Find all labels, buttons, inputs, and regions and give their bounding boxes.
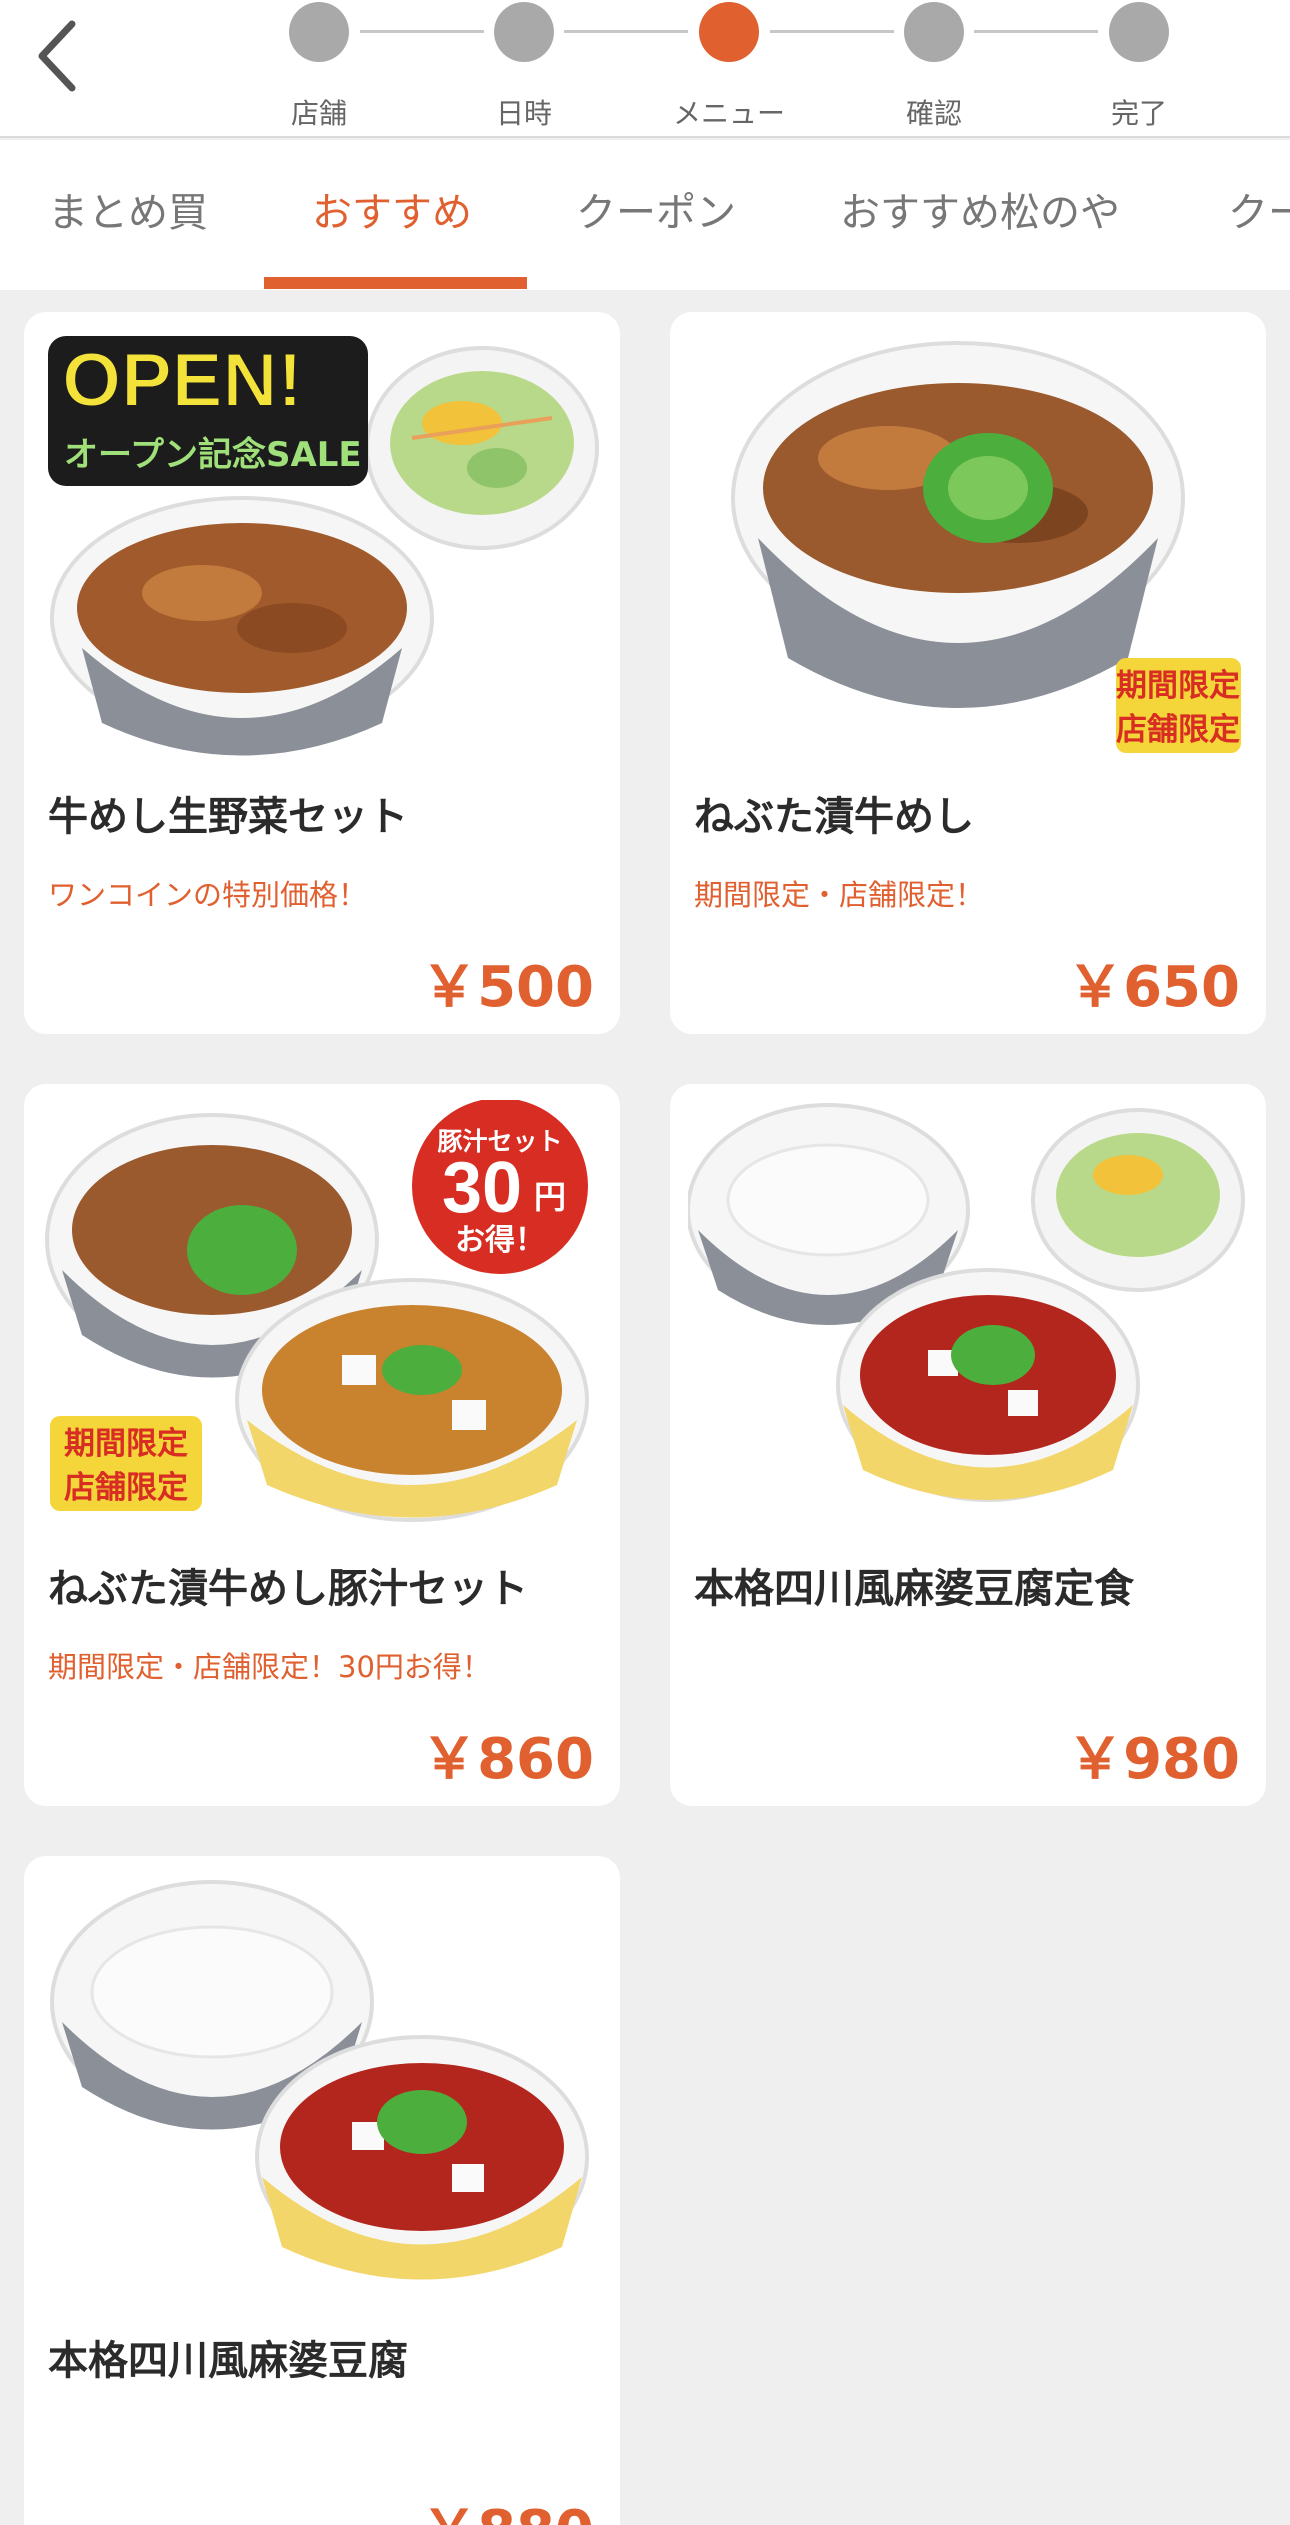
tab-recommended-matsunoya[interactable]: おすすめ松のや <box>840 180 1120 238</box>
step-dot <box>494 2 554 62</box>
svg-text:店舗限定: 店舗限定 <box>1116 712 1240 748</box>
product-image: 期間限定 店舗限定 <box>688 328 1248 768</box>
discount-badge-icon: 豚汁セット 30 円 お得！ <box>412 1100 588 1274</box>
limited-badge-icon: 期間限定 店舗限定 <box>1116 658 1241 753</box>
step-label: 確認 <box>905 97 962 130</box>
sale-badge-icon: OPEN! オープン記念SALE <box>48 336 368 486</box>
step-label: 店舗 <box>290 97 347 130</box>
progress-header: 店舗 日時 メニュー 確認 完了 <box>0 0 1290 138</box>
tab-coupon-2[interactable]: クー <box>1228 180 1290 238</box>
svg-text:円: 円 <box>534 1178 566 1216</box>
step-menu: メニュー <box>659 0 799 136</box>
product-price: ￥860 <box>421 1727 594 1792</box>
tab-coupon[interactable]: クーポン <box>576 180 736 238</box>
svg-text:オープン記念SALE: オープン記念SALE <box>64 435 362 475</box>
svg-text:30: 30 <box>442 1148 522 1228</box>
product-image: 豚汁セット 30 円 お得！ 期間限定 店舗限定 <box>42 1100 602 1540</box>
product-card[interactable]: 本格四川風麻婆豆腐 ￥880 <box>24 1856 620 2525</box>
product-name: 本格四川風麻婆豆腐定食 <box>694 1566 1134 1612</box>
product-image <box>42 1872 602 2312</box>
active-tab-indicator <box>264 277 527 289</box>
step-dot-current <box>699 2 759 62</box>
product-name: ねぶた漬牛めし豚汁セット <box>48 1566 528 1612</box>
step-dot <box>289 2 349 62</box>
product-price: ￥880 <box>421 2486 594 2525</box>
step-label: 日時 <box>495 97 552 130</box>
step-dot <box>1109 2 1169 62</box>
step-confirm: 確認 <box>864 0 1004 136</box>
product-name: ねぶた漬牛めし <box>694 794 974 840</box>
category-tabs: まとめ買 おすすめ クーポン おすすめ松のや クー <box>0 140 1290 290</box>
step-label: 完了 <box>1110 97 1167 130</box>
product-card[interactable]: 豚汁セット 30 円 お得！ 期間限定 店舗限定 ねぶた漬牛めし豚汁セット 期間… <box>24 1084 620 1806</box>
product-name: 本格四川風麻婆豆腐 <box>48 2338 408 2384</box>
chevron-left-icon <box>38 20 76 92</box>
back-button[interactable] <box>30 10 110 100</box>
step-label: メニュー <box>672 97 785 130</box>
product-image: OPEN! オープン記念SALE <box>42 328 602 768</box>
svg-text:お得！: お得！ <box>455 1223 545 1258</box>
product-card[interactable]: 本格四川風麻婆豆腐定食 ￥980 <box>670 1084 1266 1806</box>
limited-badge-icon: 期間限定 店舗限定 <box>50 1416 202 1511</box>
step-store: 店舗 <box>249 0 389 136</box>
product-description: ワンコインの特別価格！ <box>48 878 368 912</box>
product-image <box>688 1100 1248 1540</box>
svg-text:期間限定: 期間限定 <box>1116 668 1240 704</box>
product-name: 牛めし生野菜セット <box>48 794 408 840</box>
tab-recommended[interactable]: おすすめ <box>312 180 472 238</box>
product-price: ￥650 <box>1067 955 1240 1020</box>
step-datetime: 日時 <box>454 0 594 136</box>
tab-bulk[interactable]: まとめ買 <box>48 180 208 238</box>
svg-text:OPEN!: OPEN! <box>62 338 303 423</box>
step-dot <box>904 2 964 62</box>
product-price: ￥980 <box>1067 1727 1240 1792</box>
svg-text:店舗限定: 店舗限定 <box>64 1470 188 1506</box>
product-description: 期間限定・店舗限定！ <box>694 878 985 912</box>
product-description: 期間限定・店舗限定！30円お得！ <box>48 1650 491 1684</box>
step-complete: 完了 <box>1069 0 1209 136</box>
product-price: ￥500 <box>421 955 594 1020</box>
svg-text:期間限定: 期間限定 <box>64 1426 188 1462</box>
product-card[interactable]: 期間限定 店舗限定 ねぶた漬牛めし 期間限定・店舗限定！ ￥650 <box>670 312 1266 1034</box>
product-card[interactable]: OPEN! オープン記念SALE 牛めし生野菜セット ワンコインの特別価格！ ￥… <box>24 312 620 1034</box>
